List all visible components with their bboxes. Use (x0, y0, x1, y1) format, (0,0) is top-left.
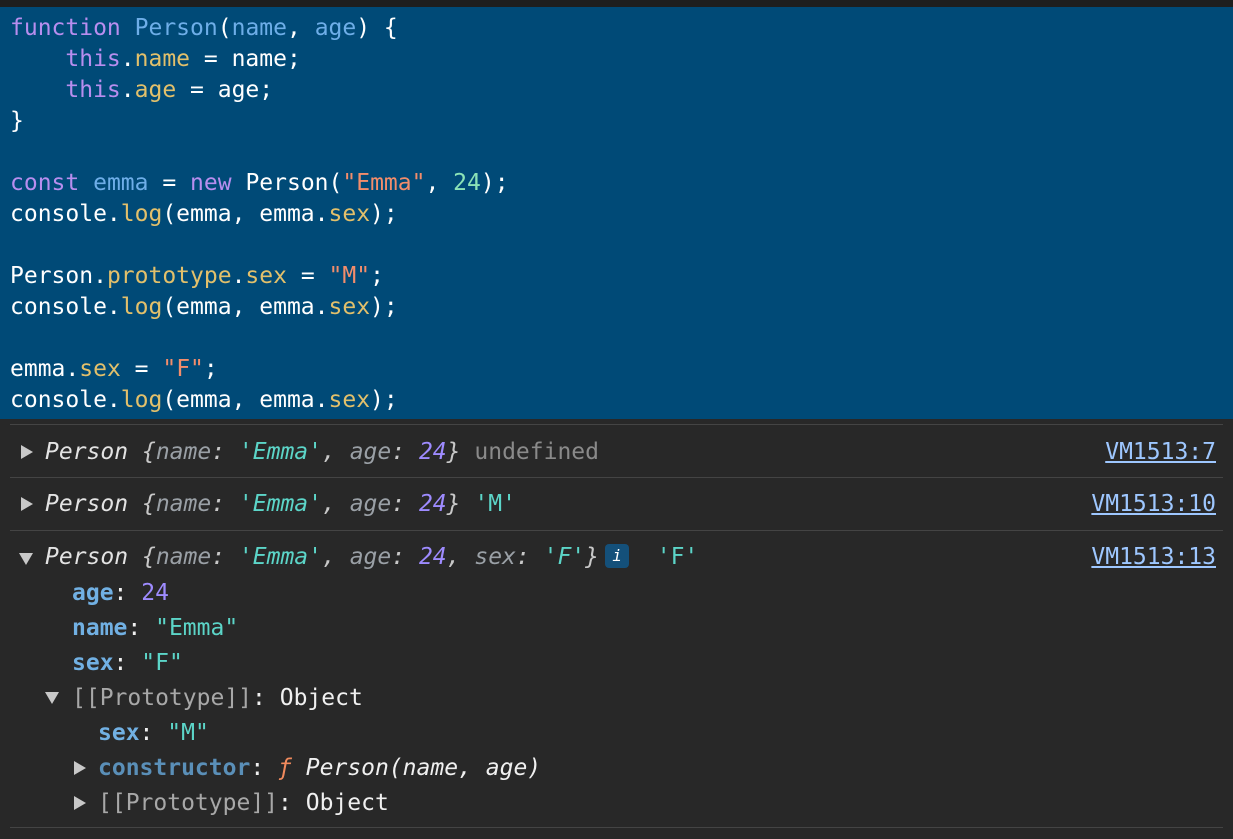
collapse-arrow-icon[interactable] (45, 692, 59, 704)
code-line-10: console.log(emma, emma.sex); (10, 294, 398, 320)
property-sex: sex: "F" (72, 650, 183, 676)
code-line-12: emma.sex = "F"; (10, 356, 218, 382)
console-message-3: Person {name: 'Emma', age: 24, sex: 'F'}… (0, 531, 1233, 583)
source-link[interactable]: VM1513:10 (1091, 478, 1216, 530)
info-icon[interactable]: i (605, 544, 630, 568)
source-link[interactable]: VM1513:7 (1105, 426, 1216, 478)
code-line-7: console.log(emma, emma.sex); (10, 201, 398, 227)
console-divider (10, 827, 1223, 828)
collapse-arrow-icon[interactable] (19, 553, 33, 565)
expand-arrow-icon[interactable] (21, 445, 33, 459)
property-prototype-nested[interactable]: [[Prototype]]: Object (98, 786, 389, 821)
expand-arrow-icon[interactable] (74, 796, 86, 810)
code-line-13: console.log(emma, emma.sex); (10, 387, 398, 413)
code-block[interactable]: function Person(name, age) { this.name =… (0, 7, 1233, 419)
code-line-4: } (10, 108, 24, 134)
devtools-top-bar (0, 0, 1233, 7)
console-divider (10, 424, 1223, 425)
console-message-1: Person {name: 'Emma', age: 24} undefined… (0, 426, 1233, 478)
property-name: name: "Emma" (72, 615, 239, 641)
expand-arrow-icon[interactable] (21, 497, 33, 511)
console-message-2: Person {name: 'Emma', age: 24} 'M' VM151… (0, 478, 1233, 530)
code-line-1: function Person(name, age) { (10, 15, 398, 41)
function-icon: ƒ (278, 755, 292, 781)
object-preview[interactable]: Person {name: 'Emma', age: 24} 'M' (45, 478, 516, 530)
source-link[interactable]: VM1513:13 (1091, 531, 1216, 583)
property-constructor[interactable]: constructor: ƒ Person(name, age) (98, 751, 541, 786)
expand-arrow-icon[interactable] (74, 761, 86, 775)
prototype-property-sex: sex: "M" (98, 720, 209, 746)
object-preview[interactable]: Person {name: 'Emma', age: 24} undefined (45, 426, 599, 478)
code-line-3: this.age = age; (65, 77, 274, 103)
property-age: age: 24 (72, 580, 169, 606)
code-line-9: Person.prototype.sex = "M"; (10, 263, 384, 289)
code-line-6: const emma = new Person("Emma", 24); (10, 170, 509, 196)
property-prototype[interactable]: [[Prototype]]: Object (72, 681, 363, 716)
code-line-2: this.name = name; (65, 46, 301, 72)
